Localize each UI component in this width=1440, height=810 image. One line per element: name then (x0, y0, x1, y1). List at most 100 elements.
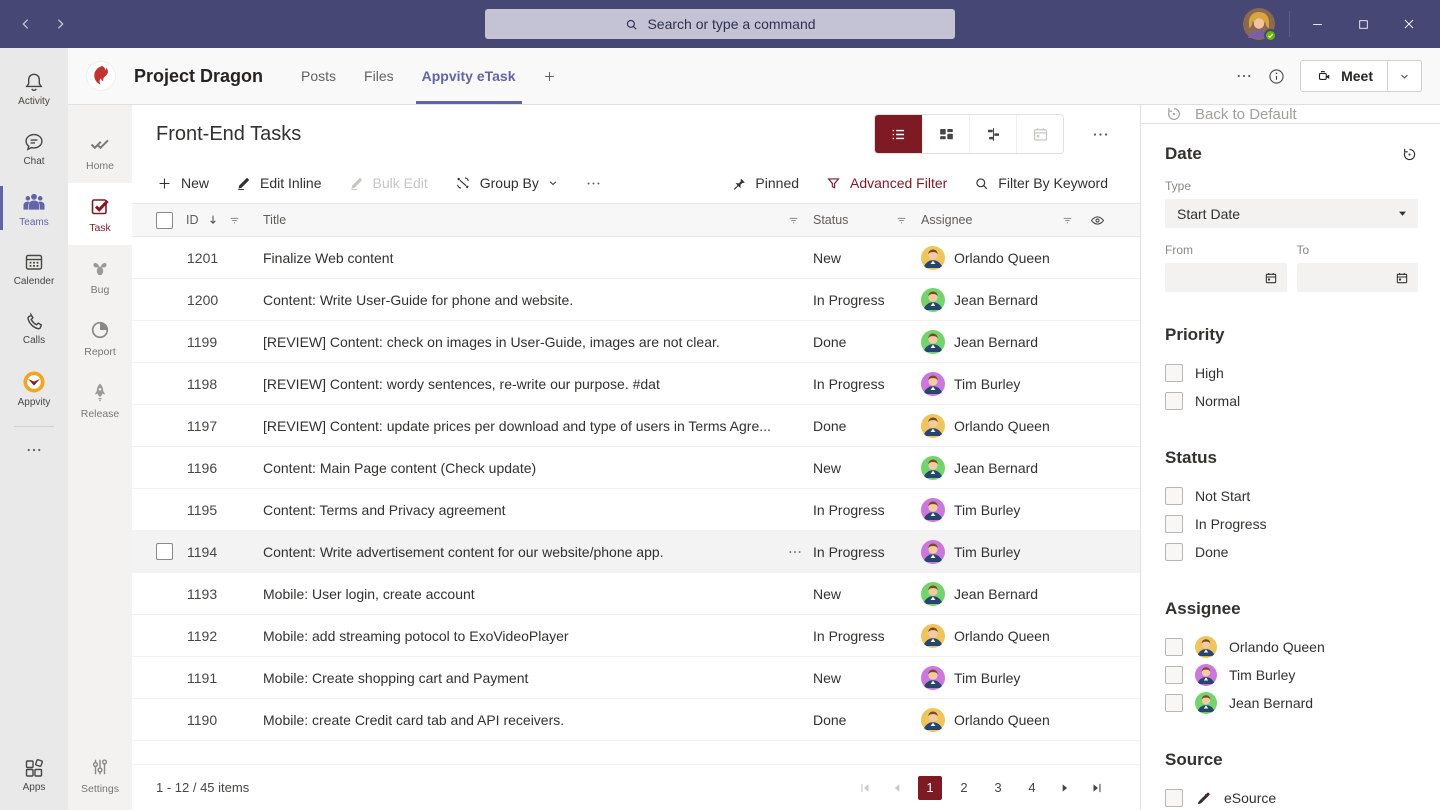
priority-checkbox[interactable] (1165, 364, 1183, 382)
advanced-filter-button[interactable]: Advanced Filter (825, 175, 947, 192)
pinned-button[interactable]: Pinned (730, 175, 799, 192)
task-title[interactable]: Mobile: Create shopping cart and Payment (263, 670, 777, 686)
etask-rail-item-home[interactable]: Home (68, 121, 132, 183)
bulk-edit-button[interactable]: Bulk Edit (348, 175, 428, 192)
page-button[interactable]: 4 (1020, 776, 1044, 800)
edit-inline-button[interactable]: Edit Inline (235, 175, 321, 192)
column-status[interactable]: Status (813, 213, 848, 227)
task-row[interactable]: 1200 Content: Write User-Guide for phone… (132, 279, 1140, 321)
tab-posts[interactable]: Posts (287, 48, 350, 104)
command-search-input[interactable]: Search or type a command (485, 9, 955, 39)
task-title[interactable]: [REVIEW] Content: update prices per down… (263, 418, 777, 434)
task-title[interactable]: Mobile: User login, create account (263, 586, 777, 602)
toolbar-more-icon[interactable] (585, 175, 602, 192)
select-all-checkbox[interactable] (156, 212, 173, 229)
assignee-checkbox[interactable] (1165, 638, 1183, 656)
minimize-button[interactable] (1294, 0, 1340, 48)
filter-lines-icon[interactable] (227, 213, 242, 228)
status-checkbox[interactable] (1165, 543, 1183, 561)
task-row[interactable]: 1193 Mobile: User login, create account … (132, 573, 1140, 615)
task-title[interactable]: Content: Terms and Privacy agreement (263, 502, 777, 518)
column-title[interactable]: Title (263, 213, 777, 227)
task-title[interactable]: Finalize Web content (263, 250, 777, 266)
task-row[interactable]: 1201 Finalize Web content New Orlando Qu… (132, 237, 1140, 279)
date-from-input[interactable] (1165, 263, 1287, 292)
rail-item-calendar[interactable]: Calender (0, 238, 68, 298)
task-title[interactable]: Content: Main Page content (Check update… (263, 460, 777, 476)
last-page-icon[interactable] (1086, 777, 1108, 799)
date-to-input[interactable] (1297, 263, 1419, 292)
assignee-checkbox[interactable] (1165, 694, 1183, 712)
sort-descending-icon[interactable] (206, 213, 220, 227)
source-checkbox[interactable] (1165, 789, 1183, 807)
task-row[interactable]: 1196 Content: Main Page content (Check u… (132, 447, 1140, 489)
date-type-select[interactable]: Start Date (1165, 199, 1418, 228)
etask-rail-item-release[interactable]: Release (68, 369, 132, 431)
meet-dropdown-icon[interactable] (1387, 61, 1421, 91)
add-tab-icon[interactable] (530, 48, 569, 104)
next-page-icon[interactable] (1054, 777, 1076, 799)
user-avatar[interactable] (1243, 8, 1275, 40)
rail-item-chat[interactable]: Chat (0, 118, 68, 178)
task-row[interactable]: 1194 Content: Write advertisement conten… (132, 531, 1140, 573)
meet-button[interactable]: Meet (1301, 61, 1387, 91)
task-row[interactable]: 1195 Content: Terms and Privacy agreemen… (132, 489, 1140, 531)
rail-item-apps[interactable]: Apps (0, 744, 68, 804)
task-title[interactable]: Mobile: create Credit card tab and API r… (263, 712, 777, 728)
channel-more-icon[interactable] (1235, 67, 1253, 85)
new-button[interactable]: New (156, 175, 209, 192)
task-row[interactable]: 1198 [REVIEW] Content: wordy sentences, … (132, 363, 1140, 405)
rail-item-calls[interactable]: Calls (0, 298, 68, 358)
task-row[interactable]: 1190 Mobile: create Credit card tab and … (132, 699, 1140, 741)
task-title[interactable]: Content: Write advertisement content for… (263, 544, 777, 560)
first-page-icon[interactable] (854, 777, 876, 799)
back-icon[interactable] (14, 12, 38, 36)
close-button[interactable] (1386, 0, 1432, 48)
previous-page-icon[interactable] (886, 777, 908, 799)
assignee-checkbox[interactable] (1165, 666, 1183, 684)
view-more-icon[interactable] (1080, 115, 1120, 153)
priority-checkbox[interactable] (1165, 392, 1183, 410)
date-reset-icon[interactable] (1401, 146, 1418, 163)
list-view-button[interactable] (875, 115, 922, 153)
etask-rail-item-settings[interactable]: Settings (68, 744, 132, 806)
task-row[interactable]: 1192 Mobile: add streaming potocol to Ex… (132, 615, 1140, 657)
task-row[interactable]: 1191 Mobile: Create shopping cart and Pa… (132, 657, 1140, 699)
task-title[interactable]: Mobile: add streaming potocol to ExoVide… (263, 628, 777, 644)
back-to-default-button[interactable]: Back to Default (1141, 105, 1440, 124)
filter-lines-icon[interactable] (894, 213, 909, 228)
task-title[interactable]: Content: Write User-Guide for phone and … (263, 292, 777, 308)
column-id[interactable]: ID (186, 213, 199, 227)
tab-files[interactable]: Files (350, 48, 408, 104)
calendar-view-button[interactable] (1016, 115, 1063, 153)
row-more-icon[interactable] (787, 544, 803, 560)
forward-icon[interactable] (48, 12, 72, 36)
page-button[interactable]: 3 (986, 776, 1010, 800)
board-view-button[interactable] (922, 115, 969, 153)
etask-rail-item-report[interactable]: Report (68, 307, 132, 369)
tab-appvity-etask[interactable]: Appvity eTask (408, 48, 530, 104)
filter-lines-icon[interactable] (786, 213, 801, 228)
status-checkbox[interactable] (1165, 515, 1183, 533)
task-row[interactable]: 1199 [REVIEW] Content: check on images i… (132, 321, 1140, 363)
column-assignee[interactable]: Assignee (921, 213, 972, 227)
task-title[interactable]: [REVIEW] Content: check on images in Use… (263, 334, 777, 350)
group-by-button[interactable]: Group By (454, 174, 559, 192)
page-button[interactable]: 2 (952, 776, 976, 800)
page-button[interactable]: 1 (918, 776, 942, 800)
rail-item-teams[interactable]: Teams (0, 178, 68, 238)
filter-lines-icon[interactable] (1060, 213, 1075, 228)
gantt-view-button[interactable] (969, 115, 1016, 153)
etask-rail-item-bug[interactable]: Bug (68, 245, 132, 307)
task-row[interactable]: 1197 [REVIEW] Content: update prices per… (132, 405, 1140, 447)
maximize-button[interactable] (1340, 0, 1386, 48)
filter-keyword-button[interactable]: Filter By Keyword (973, 175, 1108, 192)
task-title[interactable]: [REVIEW] Content: wordy sentences, re-wr… (263, 376, 777, 392)
row-checkbox[interactable] (156, 543, 173, 560)
rail-more-icon[interactable] (25, 435, 43, 465)
info-icon[interactable] (1267, 67, 1286, 86)
column-visibility-eye-icon[interactable] (1089, 212, 1106, 229)
rail-item-activity[interactable]: Activity (0, 58, 68, 118)
rail-item-appvity[interactable]: Appvity (0, 358, 68, 418)
etask-rail-item-task[interactable]: Task (68, 183, 132, 245)
